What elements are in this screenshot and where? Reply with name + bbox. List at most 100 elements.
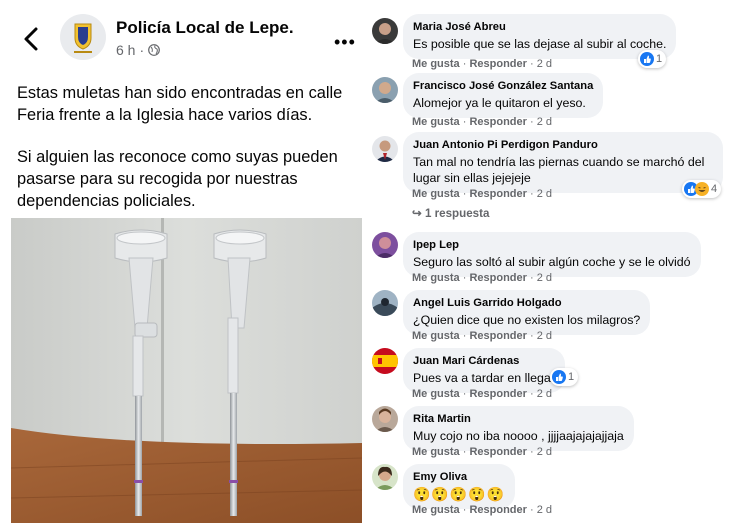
avatar-photo [372,232,398,258]
comment-time[interactable]: 2 d [537,388,552,400]
comment-text: ¿Quien dice que no existen los milagros? [413,313,641,327]
reply-link[interactable]: Responder [469,504,526,516]
comment-bubble: Francisco José González Santana Alomejor… [403,73,604,118]
post-paragraph: Estas muletas han sido encontradas en ca… [17,84,343,124]
avatar[interactable] [372,290,398,316]
reply-link[interactable]: Responder [469,58,526,70]
reaction-summary[interactable]: 1 [550,368,579,386]
comment-actions: Me gusta · Responder · 2 d [412,446,553,458]
like-link[interactable]: Me gusta [412,330,460,342]
like-link[interactable]: Me gusta [412,58,460,70]
meta-separator: · [139,42,145,58]
avatar[interactable] [372,232,398,258]
back-arrow-icon[interactable] [20,26,44,52]
like-link[interactable]: Me gusta [412,116,460,128]
avatar[interactable] [372,406,398,432]
reaction-summary[interactable]: 1 [638,50,667,68]
haha-reaction-icon [695,182,709,196]
comment-text: 😲😲😲😲😲 [413,486,506,502]
reply-link[interactable]: Responder [469,188,526,200]
avatar-photo [372,290,398,316]
page-avatar[interactable] [60,14,106,60]
comment-bubble: Juan Mari Cárdenas Pues va a tardar en l… [403,348,565,393]
avatar[interactable] [372,348,398,374]
post-paragraph: Si alguien las reconoce como suyas puede… [17,148,338,210]
comment-actions: Me gusta · Responder · 2 d [412,116,553,128]
comment-author[interactable]: Angel Luis Garrido Holgado [413,296,640,310]
reaction-count: 4 [711,183,718,195]
comment-time[interactable]: 2 d [537,58,552,70]
crutches-photo [11,218,362,523]
reply-link[interactable]: Responder [469,446,526,458]
like-link[interactable]: Me gusta [412,272,460,284]
reply-link[interactable]: Responder [469,272,526,284]
comment-author[interactable]: Emy Oliva [413,470,505,484]
comment-text: Pues va a tardar en llegar [413,371,555,385]
avatar-photo [372,406,398,432]
reply-arrow-icon: ↪ [412,207,422,220]
post: Policía Local de Lepe. 6 h · ••• Estas m… [0,0,362,523]
avatar-photo [372,77,398,103]
like-reaction-icon [552,370,566,384]
like-reaction-icon [640,52,654,66]
like-link[interactable]: Me gusta [412,446,460,458]
reaction-count: 1 [568,371,575,383]
comment-author[interactable]: Francisco José González Santana [413,79,593,93]
comment-bubble: Angel Luis Garrido Holgado ¿Quien dice q… [403,290,651,335]
avatar[interactable] [372,136,398,162]
comment-bubble: Ipep Lep Seguro las soltó al subir algún… [403,232,701,277]
comment-actions: Me gusta · Responder · 2 d [412,188,553,200]
comment-bubble: Maria José Abreu Es posible que se las d… [403,14,677,59]
comment-actions: Me gusta · Responder · 2 d [412,330,553,342]
comment-bubble: Juan Antonio Pi Perdigon Panduro Tan mal… [403,132,723,193]
comment-author[interactable]: Ipep Lep [413,238,691,252]
post-text: Estas muletas han sido encontradas en ca… [17,82,357,232]
comment-actions: Me gusta · Responder · 2 d [412,272,553,284]
comment-author[interactable]: Juan Mari Cárdenas [413,354,555,368]
comment-author[interactable]: Rita Martin [413,412,624,426]
page-name[interactable]: Policía Local de Lepe. [116,18,294,38]
comment-actions: Me gusta · Responder · 2 d [412,58,553,70]
comment-text: Alomejor ya le quitaron el yeso. [413,96,586,110]
comment-time[interactable]: 2 d [537,272,552,284]
police-badge-icon [60,14,106,60]
comment-actions: Me gusta · Responder · 2 d [412,504,553,516]
spain-flag-avatar [372,348,398,374]
comment-bubble: Rita Martin Muy cojo no iba noooo , jjjj… [403,406,634,451]
avatar[interactable] [372,464,398,490]
comment-time[interactable]: 2 d [537,446,552,458]
avatar-photo [372,18,398,44]
avatar[interactable] [372,77,398,103]
comment-text: Tan mal no tendría las piernas cuando se… [413,155,705,185]
reaction-count: 1 [656,53,663,65]
view-replies-link[interactable]: ↪ 1 respuesta [412,206,489,220]
post-time[interactable]: 6 h [116,42,135,58]
post-meta: 6 h · [116,42,161,58]
reply-link[interactable]: Responder [469,330,526,342]
more-options-button[interactable]: ••• [334,32,356,53]
reaction-summary[interactable]: 4 [682,180,722,198]
comment-time[interactable]: 2 d [537,188,552,200]
like-link[interactable]: Me gusta [412,188,460,200]
comment-time[interactable]: 2 d [537,116,552,128]
replies-count: 1 respuesta [424,207,490,220]
like-link[interactable]: Me gusta [412,388,460,400]
reply-link[interactable]: Responder [469,388,526,400]
comment-author[interactable]: Juan Antonio Pi Perdigon Panduro [413,138,713,152]
comment-text: Es posible que se las dejase al subir al… [413,37,667,51]
like-link[interactable]: Me gusta [412,504,460,516]
comment-time[interactable]: 2 d [537,330,552,342]
avatar-photo [372,136,398,162]
comment-text: Seguro las soltó al subir algún coche y … [413,255,691,269]
globe-icon [148,44,161,56]
comment-time[interactable]: 2 d [537,504,552,516]
comment-bubble: Emy Oliva 😲😲😲😲😲 [403,464,516,509]
comments-panel: Maria José Abreu Es posible que se las d… [370,0,733,523]
comment-author[interactable]: Maria José Abreu [413,20,666,34]
avatar[interactable] [372,18,398,44]
comment-text: Muy cojo no iba noooo , jjjjaajajajajjaj… [413,429,624,443]
reply-link[interactable]: Responder [469,116,526,128]
avatar-photo [372,464,398,490]
comment-actions: Me gusta · Responder · 2 d [412,388,553,400]
post-photo[interactable] [11,218,362,523]
